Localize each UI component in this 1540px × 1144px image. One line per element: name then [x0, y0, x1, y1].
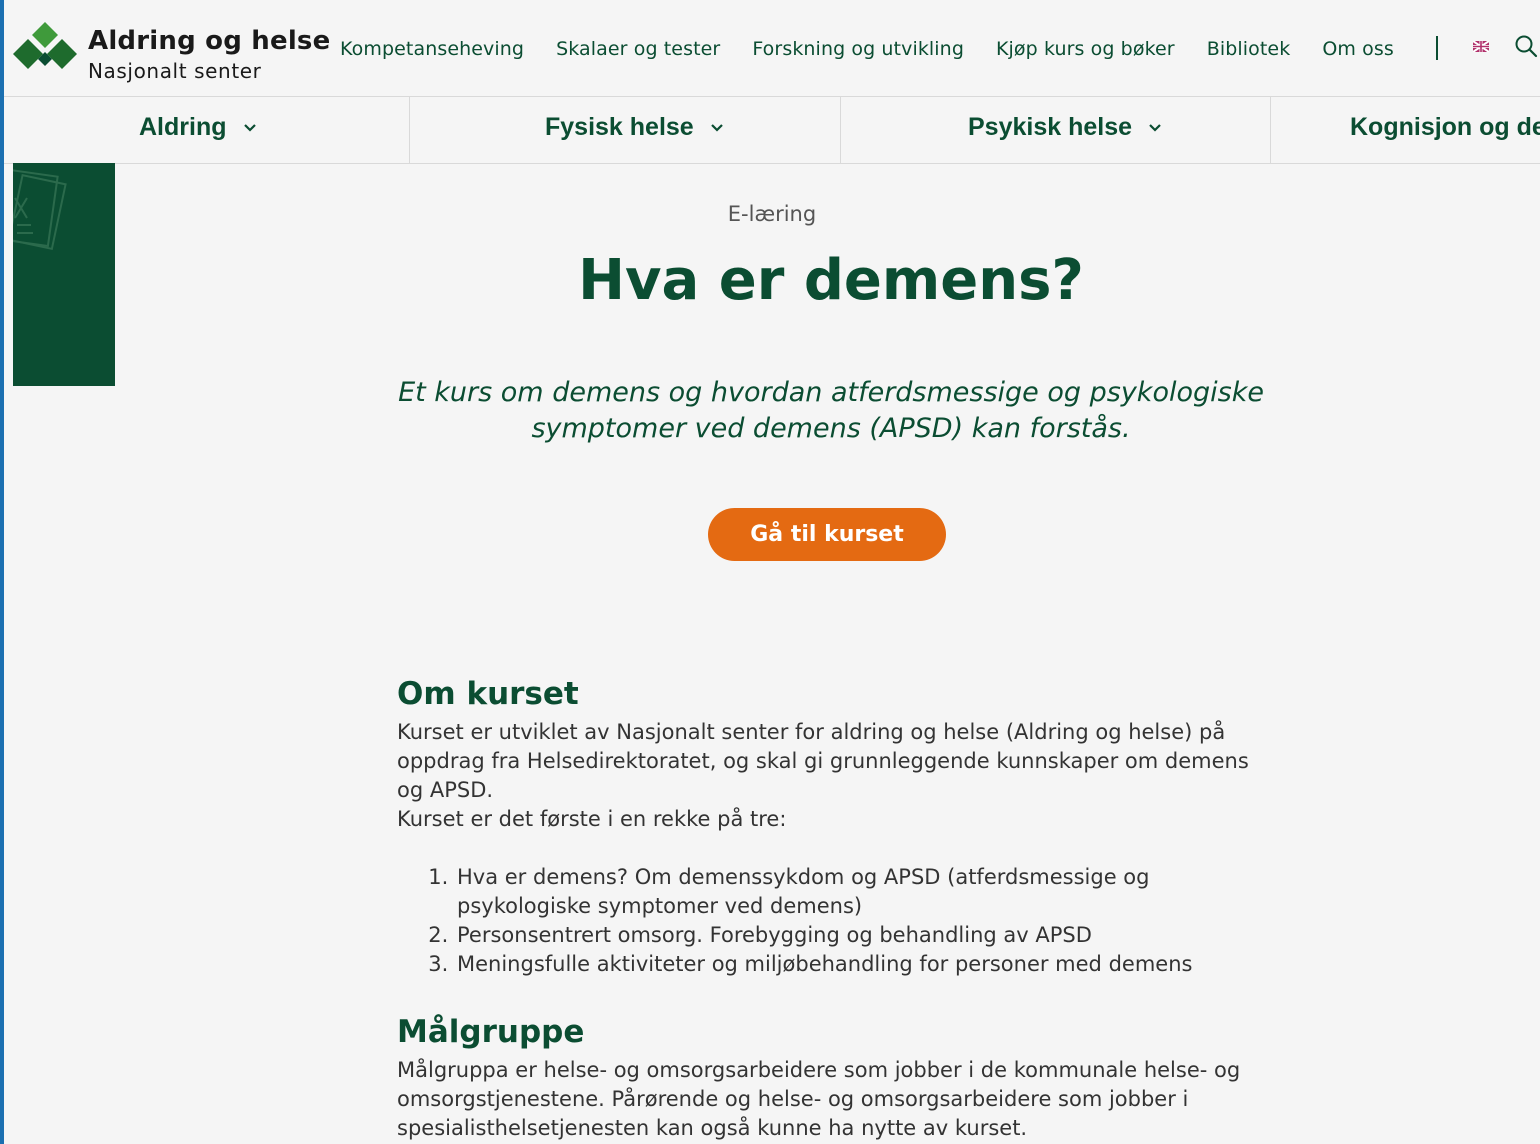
- nav-link-om-oss[interactable]: Om oss: [1322, 38, 1394, 60]
- search-icon[interactable]: [1514, 34, 1538, 60]
- category-label: Kognisjon og demens: [1350, 113, 1540, 141]
- list-item: Hva er demens? Om demenssykdom og APSD (…: [455, 863, 1197, 921]
- nav-link-kjop-kurs-og-boker[interactable]: Kjøp kurs og bøker: [996, 38, 1175, 60]
- category-navigation: Aldring Fysisk helse Psykisk helse Kogni…: [4, 96, 1540, 164]
- logo-title: Aldring og helse: [88, 26, 331, 56]
- go-to-course-button[interactable]: Gå til kurset: [708, 508, 946, 561]
- lead-text: Et kurs om demens og hvordan atferdsmess…: [398, 377, 1264, 444]
- uk-flag-icon[interactable]: [1473, 41, 1489, 52]
- browser-viewport: Aldring og helse Nasjonalt senter Kompet…: [4, 0, 1540, 1144]
- category-kognisjon-og-demens[interactable]: Kognisjon og demens: [1270, 97, 1540, 163]
- category-label: Psykisk helse: [968, 113, 1133, 141]
- about-series-intro: Kurset er det første i en rekke på tre:: [397, 807, 787, 831]
- content-type-label: E-læring: [727, 202, 817, 226]
- top-navigation: Kompetanseheving Skalaer og tester Forsk…: [340, 34, 1426, 64]
- nav-link-forskning-og-utvikling[interactable]: Forskning og utvikling: [752, 38, 964, 60]
- about-paragraph: Kurset er utviklet av Nasjonalt senter f…: [397, 720, 1249, 802]
- diamond-logo-icon: [13, 22, 77, 69]
- audience-section: Målgruppe Målgruppa er helse- og omsorgs…: [397, 1014, 1277, 1143]
- audience-paragraph: Målgruppa er helse- og omsorgsarbeidere …: [397, 1058, 1241, 1140]
- category-aldring[interactable]: Aldring: [4, 97, 409, 163]
- nav-link-bibliotek[interactable]: Bibliotek: [1207, 38, 1291, 60]
- chevron-down-icon: [243, 123, 256, 132]
- chevron-down-icon: [1149, 123, 1161, 132]
- nav-divider: [1436, 36, 1438, 60]
- page-title: Hva er demens?: [578, 248, 1084, 313]
- course-series-list: Hva er demens? Om demenssykdom og APSD (…: [397, 863, 1277, 979]
- audience-heading: Målgruppe: [397, 1014, 585, 1050]
- category-label: Aldring: [139, 113, 227, 141]
- nav-link-kompetanseheving[interactable]: Kompetanseheving: [340, 38, 524, 60]
- top-strip: [4, 0, 1540, 8]
- logo-subtitle: Nasjonalt senter: [88, 59, 262, 83]
- about-heading: Om kurset: [397, 676, 579, 712]
- list-item: Personsentrert omsorg. Forebygging og be…: [455, 921, 1197, 950]
- chevron-down-icon: [710, 123, 723, 132]
- category-fysisk-helse[interactable]: Fysisk helse: [409, 97, 841, 163]
- site-header: Aldring og helse Nasjonalt senter Kompet…: [4, 8, 1540, 96]
- site-logo-link[interactable]: Aldring og helse Nasjonalt senter: [12, 20, 330, 84]
- nav-link-skalaer-og-tester[interactable]: Skalaer og tester: [556, 38, 720, 60]
- list-item: Meningsfulle aktiviteter og miljøbehandl…: [455, 950, 1197, 979]
- about-section: Om kurset Kurset er utviklet av Nasjonal…: [397, 676, 1277, 979]
- category-psykisk-helse[interactable]: Psykisk helse: [840, 97, 1271, 163]
- category-label: Fysisk helse: [545, 113, 694, 141]
